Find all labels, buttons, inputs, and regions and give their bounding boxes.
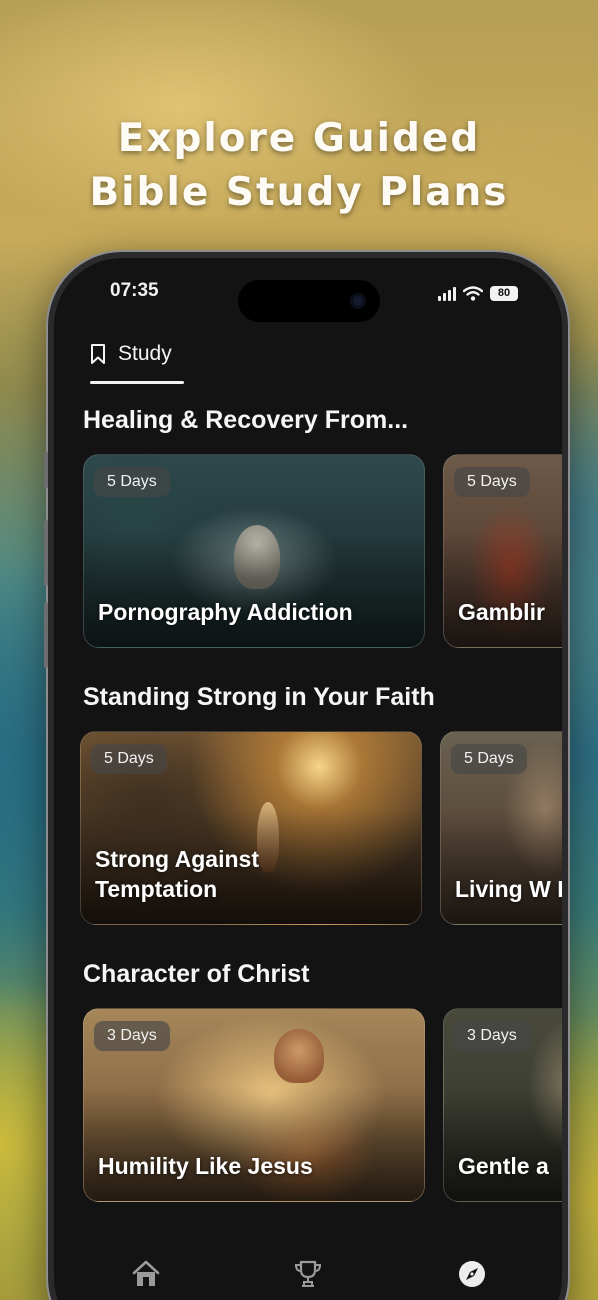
duration-badge: 3 Days [454, 1021, 530, 1051]
plan-carousel-standing-strong[interactable]: 5 Days Strong Against Temptation 5 Days … [54, 731, 562, 927]
section-title-character-of-christ: Character of Christ [83, 960, 310, 988]
nav-home[interactable] [130, 1258, 162, 1290]
plan-card-humility-like-jesus[interactable]: 3 Days Humility Like Jesus [83, 1008, 425, 1202]
headline-line-1: Explore Guided [117, 116, 481, 161]
dynamic-island [238, 280, 380, 322]
bookmark-icon [91, 344, 105, 364]
plan-card-pornography-addiction[interactable]: 5 Days Pornography Addiction [83, 454, 425, 648]
duration-badge: 5 Days [451, 744, 527, 774]
nav-explore[interactable] [456, 1258, 488, 1290]
promo-headline: Explore Guided Bible Study Plans [0, 112, 598, 220]
duration-badge: 5 Days [454, 467, 530, 497]
cellular-signal-icon [438, 286, 456, 301]
home-icon [132, 1260, 160, 1286]
status-time: 07:35 [110, 280, 159, 301]
duration-badge: 3 Days [94, 1021, 170, 1051]
plan-card-gambling[interactable]: 5 Days Gamblir [443, 454, 562, 648]
tab-study[interactable]: Study [90, 342, 172, 366]
bottom-navigation [54, 1258, 562, 1298]
section-title-healing: Healing & Recovery From... [83, 406, 409, 434]
plan-title: Gamblir [458, 599, 545, 625]
plan-carousel-healing[interactable]: 5 Days Pornography Addiction 5 Days Gamb… [54, 454, 562, 650]
trophy-icon [294, 1260, 322, 1287]
wifi-icon [463, 286, 483, 301]
headline-line-2: Bible Study Plans [89, 170, 509, 215]
nav-achievements[interactable] [292, 1258, 324, 1290]
volume-up-button [44, 520, 48, 586]
mute-switch [44, 452, 48, 488]
plan-card-strong-against-temptation[interactable]: 5 Days Strong Against Temptation [80, 731, 422, 925]
compass-icon [459, 1261, 485, 1287]
tab-selected-indicator [90, 381, 184, 384]
plan-title: Gentle a [458, 1153, 549, 1179]
duration-badge: 5 Days [91, 744, 167, 774]
phone-frame: 07:35 80 Study Healing & Recovery From..… [44, 252, 568, 1300]
plan-card-living-with-enduring[interactable]: 5 Days Living W Enduring [440, 731, 562, 925]
battery-indicator: 80 [490, 286, 518, 301]
card-artwork [274, 1029, 324, 1083]
duration-badge: 5 Days [94, 467, 170, 497]
tab-study-label: Study [118, 342, 172, 365]
volume-down-button [44, 602, 48, 668]
plan-title: Pornography Addiction [98, 599, 353, 625]
phone-screen: 07:35 80 Study Healing & Recovery From..… [54, 258, 562, 1300]
front-camera [350, 293, 366, 309]
plan-title: Humility Like Jesus [98, 1153, 313, 1179]
status-indicators: 80 [438, 286, 518, 301]
plan-title: Strong Against Temptation [95, 846, 259, 902]
plan-card-gentle-and[interactable]: 3 Days Gentle a [443, 1008, 562, 1202]
plan-title: Living W Enduring [455, 876, 562, 902]
section-title-standing-strong: Standing Strong in Your Faith [83, 683, 435, 711]
plan-carousel-character-of-christ[interactable]: 3 Days Humility Like Jesus 3 Days Gentle… [54, 1008, 562, 1204]
